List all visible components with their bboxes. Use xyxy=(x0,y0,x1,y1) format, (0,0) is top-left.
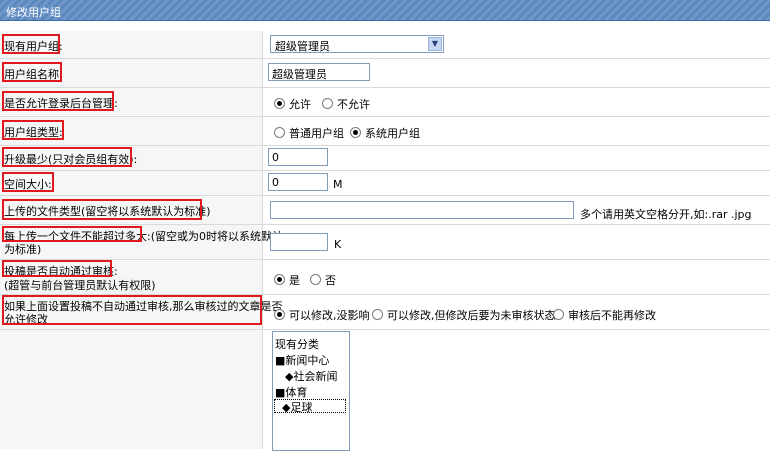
audit-no-option[interactable]: 否 xyxy=(310,272,336,288)
row-auto-audit: 投稿是否自动通过审核: (超管与前台管理员默认有权限) 是 否 xyxy=(0,260,770,295)
radio-icon[interactable] xyxy=(322,98,333,109)
highlight-box xyxy=(2,62,62,82)
radio-selected-icon[interactable] xyxy=(274,274,285,285)
highlight-box xyxy=(2,199,202,220)
radio-icon[interactable] xyxy=(553,309,564,320)
row-space-size: 空间大小: 0 M xyxy=(0,171,770,196)
highlight-box xyxy=(2,226,142,242)
highlight-box xyxy=(2,34,60,54)
backend-allow-option[interactable]: 允许 xyxy=(274,96,311,112)
backend-deny-option[interactable]: 不允许 xyxy=(322,96,370,112)
radio-selected-icon[interactable] xyxy=(274,309,285,320)
radio-icon[interactable] xyxy=(310,274,321,285)
row-group-name: 用户组名称: 超级管理员 xyxy=(0,59,770,88)
row-existing-group: 现有用户组: 超级管理员 ▼ xyxy=(0,31,770,59)
existing-group-select[interactable]: 超级管理员 ▼ xyxy=(270,35,444,53)
edit-user-group-form: 修改用户组 现有用户组: 超级管理员 ▼ 用户组名称: 超级管理员 是否允许登录… xyxy=(0,0,770,451)
space-unit: M xyxy=(333,178,343,191)
radio-icon[interactable] xyxy=(274,127,285,138)
chevron-down-icon[interactable]: ▼ xyxy=(428,37,442,51)
row-max-file-size: 每上传一个文件不能超过多大:(留空或为0时将以系统默认 为标准) K xyxy=(0,225,770,260)
form-header: 修改用户组 xyxy=(0,0,770,21)
group-name-input[interactable]: 超级管理员 xyxy=(268,63,370,81)
list-item[interactable]: ■体育 xyxy=(275,384,307,400)
modify-locked-option[interactable]: 审核后不能再修改 xyxy=(553,307,656,323)
row-file-types: 上传的文件类型(留空将以系统默认为标准) 多个请用英文空格分开,如:.rar .… xyxy=(0,196,770,225)
row-categories xyxy=(0,330,770,449)
radio-selected-icon[interactable] xyxy=(274,98,285,109)
space-size-input[interactable]: 0 xyxy=(268,173,328,191)
row-group-type: 用户组类型: 普通用户组 系统用户组 xyxy=(0,117,770,146)
type-system-option[interactable]: 系统用户组 xyxy=(350,125,420,141)
modify-reaudit-option[interactable]: 可以修改,但修改后要为未审核状态 xyxy=(372,307,556,323)
audit-yes-option[interactable]: 是 xyxy=(274,272,300,288)
max-file-size-input[interactable] xyxy=(270,233,328,251)
highlight-box xyxy=(2,91,114,111)
highlight-box xyxy=(2,120,64,140)
list-item[interactable]: ◆足球 xyxy=(282,399,312,415)
list-item[interactable]: 现有分类 xyxy=(275,336,319,352)
file-types-input[interactable] xyxy=(270,201,574,219)
list-item[interactable]: ■新闻中心 xyxy=(275,352,329,368)
row-modify-after-audit: 如果上面设置投稿不自动通过审核,那么审核过的文章是否 允许修改 可以修改,没影响… xyxy=(0,295,770,330)
form-title: 修改用户组 xyxy=(6,6,61,19)
row-upgrade-min: 升级最少(只对会员组有效): 0 xyxy=(0,146,770,171)
radio-selected-icon[interactable] xyxy=(350,127,361,138)
list-item[interactable]: ◆社会新闻 xyxy=(285,368,337,384)
modify-ok-option[interactable]: 可以修改,没影响 xyxy=(274,307,370,323)
highlight-box xyxy=(2,295,262,325)
max-size-unit: K xyxy=(334,238,342,251)
upgrade-min-input[interactable]: 0 xyxy=(268,148,328,166)
type-normal-option[interactable]: 普通用户组 xyxy=(274,125,344,141)
highlight-box xyxy=(2,172,54,192)
highlight-box xyxy=(2,260,112,277)
auto-audit-sublabel: (超管与前台管理员默认有权限) xyxy=(4,279,156,292)
highlight-box xyxy=(2,147,132,167)
category-listbox[interactable]: 现有分类 ■新闻中心 ◆社会新闻 ■体育 ◆足球 xyxy=(272,331,350,451)
file-types-hint: 多个请用英文空格分开,如:.rar .jpg xyxy=(580,208,752,221)
radio-icon[interactable] xyxy=(372,309,383,320)
row-backend-access: 是否允许登录后台管理: 允许 不允许 xyxy=(0,88,770,117)
